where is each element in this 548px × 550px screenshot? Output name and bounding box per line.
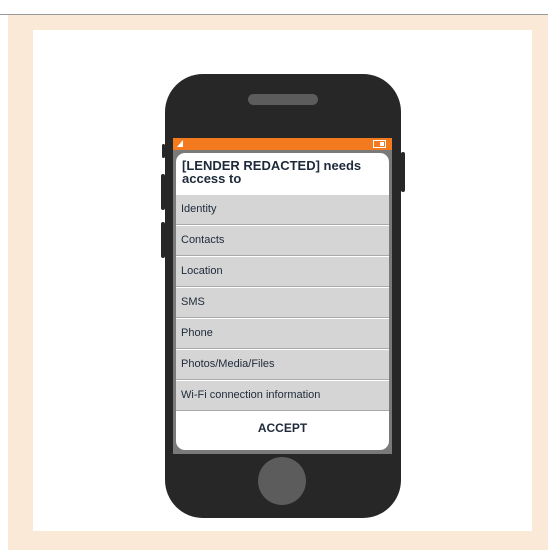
- permission-contacts: Contacts: [176, 226, 389, 256]
- permission-phone: Phone: [176, 319, 389, 349]
- power-button: [401, 152, 405, 192]
- illustration-frame: [LENDER REDACTED] needs access to Identi…: [8, 15, 548, 550]
- phone-screen: [LENDER REDACTED] needs access to Identi…: [173, 138, 392, 454]
- phone-illustration: [LENDER REDACTED] needs access to Identi…: [161, 74, 405, 518]
- volume-down-button: [161, 222, 165, 258]
- dialog-title: [LENDER REDACTED] needs access to: [182, 158, 362, 186]
- permission-identity: Identity: [176, 195, 389, 225]
- accept-button[interactable]: ACCEPT: [176, 410, 389, 446]
- permission-dialog: [LENDER REDACTED] needs access to Identi…: [176, 153, 389, 450]
- permission-wifi-info: Wi-Fi connection information: [176, 381, 389, 411]
- permission-list: Identity Contacts Location SMS Phone Pho…: [176, 195, 389, 412]
- speaker-grille: [248, 94, 318, 105]
- top-rule: [0, 0, 548, 15]
- battery-icon: [373, 140, 386, 148]
- status-bar: [173, 138, 392, 150]
- mute-switch: [162, 144, 165, 158]
- permission-photos-media-files: Photos/Media/Files: [176, 350, 389, 380]
- volume-up-button: [161, 174, 165, 210]
- permission-sms: SMS: [176, 288, 389, 318]
- illustration-panel: [LENDER REDACTED] needs access to Identi…: [33, 30, 532, 531]
- permission-location: Location: [176, 257, 389, 287]
- signal-icon: [177, 140, 183, 147]
- home-button[interactable]: [258, 457, 306, 505]
